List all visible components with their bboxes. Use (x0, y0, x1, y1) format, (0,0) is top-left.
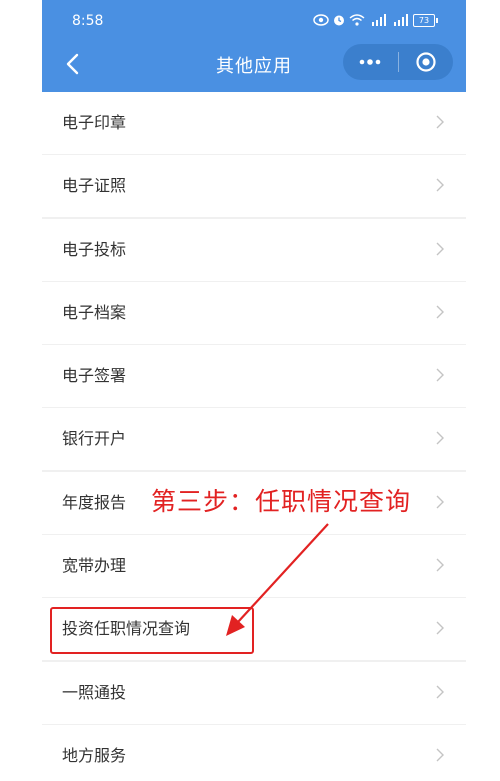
more-dots-icon (359, 59, 381, 65)
menu-item-e-signing[interactable]: 电子签署 (42, 345, 466, 408)
chevron-right-icon (436, 178, 444, 192)
menu-item-label: 电子投标 (62, 239, 127, 259)
menu-item-label: 一照通投 (62, 682, 127, 702)
menu-item-label: 电子档案 (62, 302, 127, 322)
chevron-right-icon (436, 115, 444, 129)
chevron-right-icon (436, 242, 444, 256)
annotation-step-text: 第三步：任职情况查询 (151, 487, 412, 516)
menu-item-e-bidding[interactable]: 电子投标 (42, 218, 466, 281)
menu-item-e-archive[interactable]: 电子档案 (42, 281, 466, 344)
chevron-right-icon (436, 368, 444, 382)
menu-item-e-license[interactable]: 电子证照 (42, 155, 466, 218)
menu-item-e-seal[interactable]: 电子印章 (42, 92, 466, 154)
record-circle-icon (416, 52, 436, 72)
chevron-right-icon (436, 495, 444, 509)
menu-item-label: 电子印章 (62, 113, 127, 132)
phone-screen: 8:58 73 其他应用 电子印章 电子证照 电子投标 电子档案 电子签署 银行… (42, 0, 466, 781)
menu-item-bank-account[interactable]: 银行开户 (42, 408, 466, 471)
signal-icon (394, 14, 408, 26)
menu-item-label: 银行开户 (62, 429, 127, 449)
chevron-right-icon (436, 621, 444, 635)
app-header: 8:58 73 其他应用 (42, 0, 466, 92)
battery-level: 73 (413, 13, 435, 27)
wifi-icon (349, 14, 365, 26)
chevron-right-icon (436, 748, 444, 762)
menu-list: 电子印章 电子证照 电子投标 电子档案 电子签署 银行开户 年度报告 宽带办理 (42, 92, 466, 781)
menu-item-local-services[interactable]: 地方服务 (42, 724, 466, 781)
annotation-highlight-box (50, 607, 254, 654)
chevron-right-icon (436, 558, 444, 572)
menu-item-label: 电子证照 (62, 176, 127, 196)
status-icons: 73 (313, 12, 438, 28)
menu-item-label: 地方服务 (62, 745, 127, 765)
menu-item-label: 宽带办理 (62, 556, 127, 576)
menu-item-label: 电子签署 (62, 366, 127, 386)
menu-item-one-license[interactable]: 一照通投 (42, 661, 466, 724)
signal-icon (372, 14, 386, 26)
battery-icon: 73 (413, 13, 438, 27)
menu-item-broadband[interactable]: 宽带办理 (42, 535, 466, 598)
status-time: 8:58 (72, 13, 104, 29)
chevron-right-icon (436, 431, 444, 445)
menu-item-label: 年度报告 (62, 492, 127, 512)
eye-icon (313, 14, 329, 26)
alarm-icon (334, 15, 344, 26)
more-button[interactable] (343, 44, 398, 80)
close-miniapp-button[interactable] (399, 44, 454, 80)
chevron-right-icon (436, 305, 444, 319)
capsule-menu (343, 44, 453, 80)
chevron-right-icon (436, 685, 444, 699)
